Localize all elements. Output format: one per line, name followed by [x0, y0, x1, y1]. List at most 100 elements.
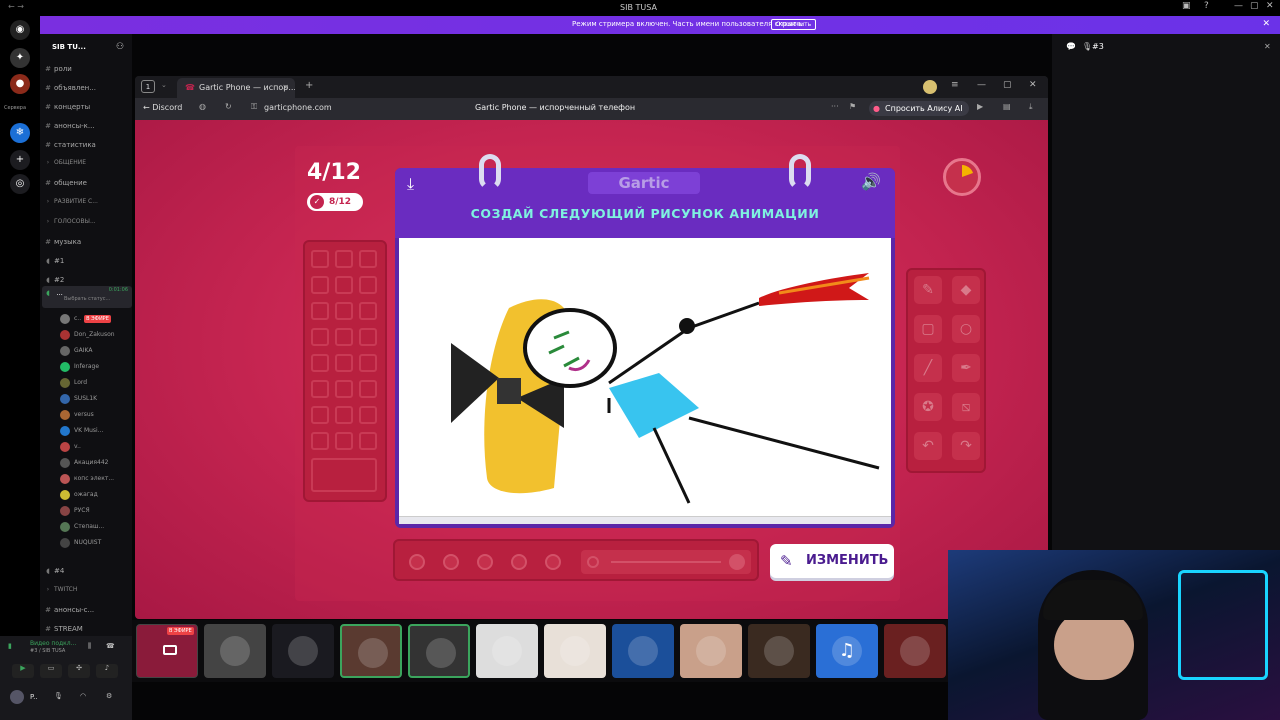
minimize-icon[interactable]: — — [977, 80, 986, 90]
add-server-icon[interactable]: + — [10, 150, 30, 170]
frame-cell[interactable] — [311, 276, 329, 294]
media-icon[interactable]: ▶ — [977, 102, 983, 111]
stream-thumbnail[interactable] — [340, 624, 402, 678]
frame-dot[interactable] — [443, 554, 459, 570]
close-icon[interactable]: ✕ — [1029, 80, 1037, 90]
download-icon[interactable]: ⤓ — [407, 174, 414, 194]
frame-cell[interactable] — [311, 250, 329, 268]
minimize-icon[interactable]: — — [1234, 1, 1243, 11]
speed-slider[interactable] — [581, 550, 751, 574]
voice-channel[interactable]: ◖ #4 — [42, 564, 132, 578]
server-name[interactable]: SIB TU... — [52, 43, 86, 51]
undo-icon[interactable]: ↶ — [914, 432, 942, 460]
screen-share-button[interactable]: ▭ — [40, 664, 62, 678]
server-icon[interactable]: ✦ — [10, 48, 30, 68]
frame-dot[interactable] — [477, 554, 493, 570]
voice-channel[interactable]: ◖ #1 — [42, 254, 132, 268]
voice-status[interactable]: Выбрать статус... — [64, 292, 110, 306]
frame-cell[interactable] — [359, 354, 377, 372]
frame-cell[interactable] — [311, 380, 329, 398]
text-channel[interactable]: # концерты — [42, 100, 132, 114]
stream-thumbnail[interactable]: ♫ — [816, 624, 878, 678]
text-channel[interactable]: # анонсы-к... — [42, 119, 132, 133]
back-button[interactable]: ← Discord — [143, 103, 182, 112]
shapes-icon[interactable]: ⧅ — [952, 393, 980, 421]
stream-thumbnail[interactable] — [612, 624, 674, 678]
frame-cell[interactable] — [335, 276, 353, 294]
frame-cell[interactable] — [335, 354, 353, 372]
camera-button[interactable]: ▶ — [12, 664, 34, 678]
back-forward-icon[interactable]: ← → — [8, 2, 24, 11]
voice-user[interactable]: versus — [60, 408, 132, 422]
stream-thumbnail[interactable] — [680, 624, 742, 678]
edit-button[interactable]: ✎ ИЗМЕНИТЬ — [770, 544, 894, 578]
url-field[interactable]: garticphone.com — [264, 103, 332, 112]
stream-thumbnail[interactable] — [884, 624, 946, 678]
frame-cell[interactable] — [311, 328, 329, 346]
stream-thumbnail[interactable] — [748, 624, 810, 678]
activities-button[interactable]: ✣ — [68, 664, 90, 678]
frame-cell[interactable] — [359, 276, 377, 294]
frame-cell[interactable] — [335, 250, 353, 268]
frame-cell[interactable] — [311, 432, 329, 450]
noise-icon[interactable]: ⫼ — [88, 642, 91, 651]
headphones-icon[interactable]: ◠ — [80, 692, 86, 700]
voice-user[interactable]: NUQUIST — [60, 536, 132, 550]
redo-icon[interactable]: ↷ — [952, 432, 980, 460]
disable-streamer-button[interactable]: Отключить — [771, 19, 817, 30]
frame-cell[interactable] — [359, 250, 377, 268]
fill-icon[interactable]: ✪ — [914, 393, 942, 421]
close-panel-icon[interactable]: ✕ — [1264, 42, 1271, 51]
inbox-icon[interactable]: ▣ — [1182, 1, 1191, 11]
frame-cell[interactable] — [311, 302, 329, 320]
pencil-icon[interactable]: ✎ — [914, 276, 942, 304]
channel-category[interactable]: › РАЗВИТИЕ С... — [42, 195, 132, 209]
stream-thumbnail[interactable] — [476, 624, 538, 678]
download-icon[interactable]: ⤓ — [1029, 102, 1033, 112]
voice-user[interactable]: GAIKA — [60, 344, 132, 358]
tab-gartic[interactable]: ☎ Gartic Phone — испор... ✕ — [177, 78, 295, 98]
voice-user[interactable]: v.. — [60, 440, 132, 454]
volume-icon[interactable]: 🔊 — [861, 172, 881, 191]
rectangle-icon[interactable]: ▢ — [914, 315, 942, 343]
text-channel[interactable]: # объявлен... — [42, 81, 132, 95]
mic-icon[interactable]: 🎙 — [54, 692, 63, 700]
chevron-down-icon[interactable]: ⌄ — [161, 81, 167, 89]
frame-cell[interactable] — [335, 432, 353, 450]
frame-cell[interactable] — [335, 328, 353, 346]
close-tab-icon[interactable]: ✕ — [282, 78, 289, 98]
frame-cell[interactable] — [311, 406, 329, 424]
text-channel[interactable]: # общение — [42, 176, 132, 190]
voice-user[interactable]: Акация442 — [60, 456, 132, 470]
frame-cell[interactable] — [359, 302, 377, 320]
text-channel[interactable]: # роли — [42, 62, 132, 76]
server-icon[interactable]: ● — [10, 74, 30, 94]
avatar[interactable] — [10, 690, 24, 704]
text-channel[interactable]: # статистика — [42, 138, 132, 152]
more-icon[interactable]: ··· — [831, 102, 839, 111]
frame-dot[interactable] — [511, 554, 527, 570]
shield-icon[interactable]: ◍ — [199, 102, 206, 111]
stream-thumbnail[interactable] — [204, 624, 266, 678]
soundboard-button[interactable]: ♪ — [96, 664, 118, 678]
line-icon[interactable]: ╱ — [914, 354, 942, 382]
bookmark-icon[interactable]: ⚑ — [849, 102, 856, 111]
voice-user[interactable]: SUSL1K — [60, 392, 132, 406]
frame-dot[interactable] — [545, 554, 561, 570]
frame-cell[interactable] — [359, 432, 377, 450]
thumbnail-self[interactable]: В ЭФИРЕ — [136, 624, 198, 678]
frame-dot[interactable] — [409, 554, 425, 570]
drawing-canvas[interactable] — [399, 238, 891, 516]
voice-user[interactable]: Степаш... — [60, 520, 132, 534]
voice-channel[interactable]: ◖ #2 — [42, 273, 132, 287]
voice-user[interactable]: РУСЯ — [60, 504, 132, 518]
maximize-icon[interactable]: ▢ — [1250, 1, 1259, 11]
voice-user[interactable]: Lord — [60, 376, 132, 390]
eraser-icon[interactable]: ◆ — [952, 276, 980, 304]
help-icon[interactable]: ? — [1204, 1, 1209, 11]
frame-cell-large[interactable] — [311, 458, 377, 492]
frame-cell[interactable] — [359, 406, 377, 424]
alice-button[interactable]: ● Спросить Алису AI — [869, 101, 969, 116]
frame-cell[interactable] — [335, 302, 353, 320]
server-icon-active[interactable]: ❄ — [10, 123, 30, 143]
